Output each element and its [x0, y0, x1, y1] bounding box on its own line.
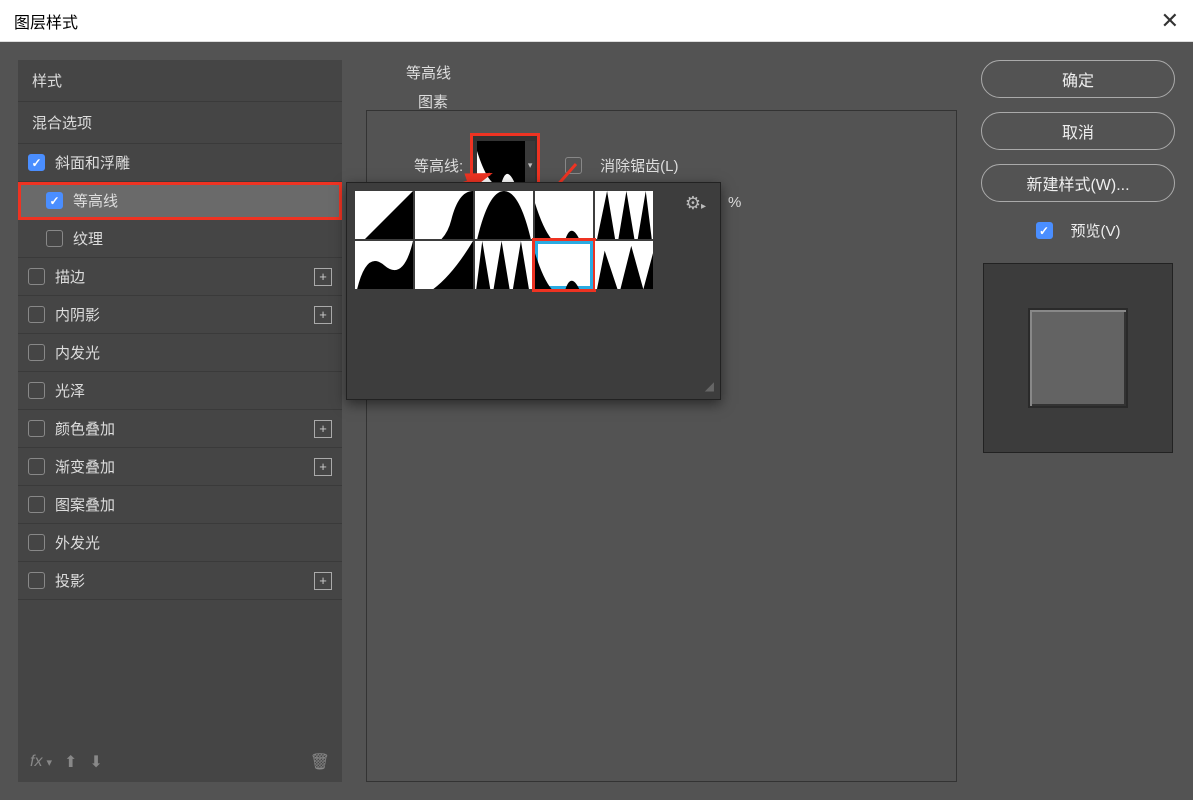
- move-down-icon[interactable]: ⬇: [89, 752, 102, 772]
- style-label: 外发光: [55, 532, 100, 553]
- style-checkbox[interactable]: [46, 230, 63, 247]
- ok-button[interactable]: 确定: [981, 60, 1175, 98]
- style-label: 等高线: [73, 190, 118, 211]
- style-label: 渐变叠加: [55, 456, 115, 477]
- style-checkbox[interactable]: [28, 572, 45, 589]
- percent-label: %: [728, 194, 741, 211]
- section-subtitle: 图素: [418, 91, 957, 112]
- style-checkbox[interactable]: [28, 534, 45, 551]
- styles-footer: fx ▾ ⬆ ⬇ 🗑: [18, 742, 342, 782]
- style-item[interactable]: 内发光: [18, 334, 342, 372]
- style-checkbox[interactable]: [28, 496, 45, 513]
- style-item[interactable]: 光泽: [18, 372, 342, 410]
- contour-thumb[interactable]: [535, 191, 593, 239]
- preview-label: 预览(V): [1071, 220, 1121, 241]
- add-instance-icon[interactable]: +: [314, 572, 332, 590]
- style-item[interactable]: 外发光: [18, 524, 342, 562]
- new-style-button[interactable]: 新建样式(W)...: [981, 164, 1175, 202]
- style-label: 图案叠加: [55, 494, 115, 515]
- style-item[interactable]: 纹理: [18, 220, 342, 258]
- style-item[interactable]: 描边 +: [18, 258, 342, 296]
- style-label: 描边: [55, 266, 85, 287]
- style-item[interactable]: 等高线: [18, 182, 342, 220]
- antialiased-checkbox[interactable]: [565, 157, 582, 174]
- style-item[interactable]: 颜色叠加 +: [18, 410, 342, 448]
- add-instance-icon[interactable]: +: [314, 458, 332, 476]
- add-instance-icon[interactable]: +: [314, 268, 332, 286]
- contour-thumb[interactable]: [415, 191, 473, 239]
- preview-checkbox[interactable]: [1036, 222, 1053, 239]
- style-label: 光泽: [55, 380, 85, 401]
- preview-swatch: [1028, 308, 1128, 408]
- contour-thumb[interactable]: [475, 241, 533, 289]
- style-label: 颜色叠加: [55, 418, 115, 439]
- style-label: 投影: [55, 570, 85, 591]
- actions-panel: 确定 取消 新建样式(W)... 预览(V): [981, 60, 1175, 782]
- contour-thumb[interactable]: [355, 191, 413, 239]
- section-title: 等高线: [406, 62, 957, 83]
- style-checkbox[interactable]: [28, 268, 45, 285]
- style-checkbox[interactable]: [28, 420, 45, 437]
- add-instance-icon[interactable]: +: [314, 306, 332, 324]
- style-label: 斜面和浮雕: [55, 152, 130, 173]
- styles-panel: 样式 混合选项 斜面和浮雕等高线纹理描边 + 内阴影 + 内发光光泽颜色叠加 + 渐变叠加 +…: [18, 60, 342, 782]
- contour-thumb[interactable]: [595, 241, 653, 289]
- style-checkbox[interactable]: [28, 382, 45, 399]
- styles-header[interactable]: 样式: [18, 60, 342, 102]
- style-label: 内发光: [55, 342, 100, 363]
- style-item[interactable]: 渐变叠加 +: [18, 448, 342, 486]
- contour-thumb[interactable]: [595, 191, 653, 239]
- move-up-icon[interactable]: ⬆: [64, 752, 77, 772]
- dialog-title: 图层样式: [14, 9, 78, 33]
- fx-icon[interactable]: fx: [30, 753, 42, 771]
- style-item[interactable]: 内阴影 +: [18, 296, 342, 334]
- style-checkbox[interactable]: [46, 192, 63, 209]
- style-label: 内阴影: [55, 304, 100, 325]
- resize-handle-icon[interactable]: ◢: [705, 379, 714, 393]
- style-item[interactable]: 图案叠加: [18, 486, 342, 524]
- style-label: 纹理: [73, 228, 103, 249]
- styles-list: 样式 混合选项 斜面和浮雕等高线纹理描边 + 内阴影 + 内发光光泽颜色叠加 + 渐变叠加 +…: [18, 60, 342, 742]
- style-item[interactable]: 投影 +: [18, 562, 342, 600]
- style-checkbox[interactable]: [28, 344, 45, 361]
- gear-icon[interactable]: ⚙▸: [685, 193, 706, 214]
- contour-label: 等高线:: [414, 155, 463, 176]
- add-instance-icon[interactable]: +: [314, 420, 332, 438]
- style-checkbox[interactable]: [28, 154, 45, 171]
- settings-panel: 等高线 图素 等高线: ▾ 消除锯齿(L) % ⚙▸ ◢: [366, 60, 957, 782]
- style-item[interactable]: 斜面和浮雕: [18, 144, 342, 182]
- antialiased-label: 消除锯齿(L): [600, 155, 678, 176]
- style-checkbox[interactable]: [28, 458, 45, 475]
- preview-box: [983, 263, 1173, 453]
- contour-thumb[interactable]: [535, 241, 593, 289]
- titlebar: 图层样式 ✕: [0, 0, 1193, 42]
- trash-icon[interactable]: 🗑: [310, 752, 330, 772]
- contour-popup: ⚙▸ ◢: [346, 182, 721, 400]
- contour-thumb[interactable]: [415, 241, 473, 289]
- contour-thumb[interactable]: [355, 241, 413, 289]
- blend-options-header[interactable]: 混合选项: [18, 102, 342, 144]
- cancel-button[interactable]: 取消: [981, 112, 1175, 150]
- style-checkbox[interactable]: [28, 306, 45, 323]
- contour-thumb[interactable]: [475, 191, 533, 239]
- close-icon[interactable]: ✕: [1161, 8, 1179, 34]
